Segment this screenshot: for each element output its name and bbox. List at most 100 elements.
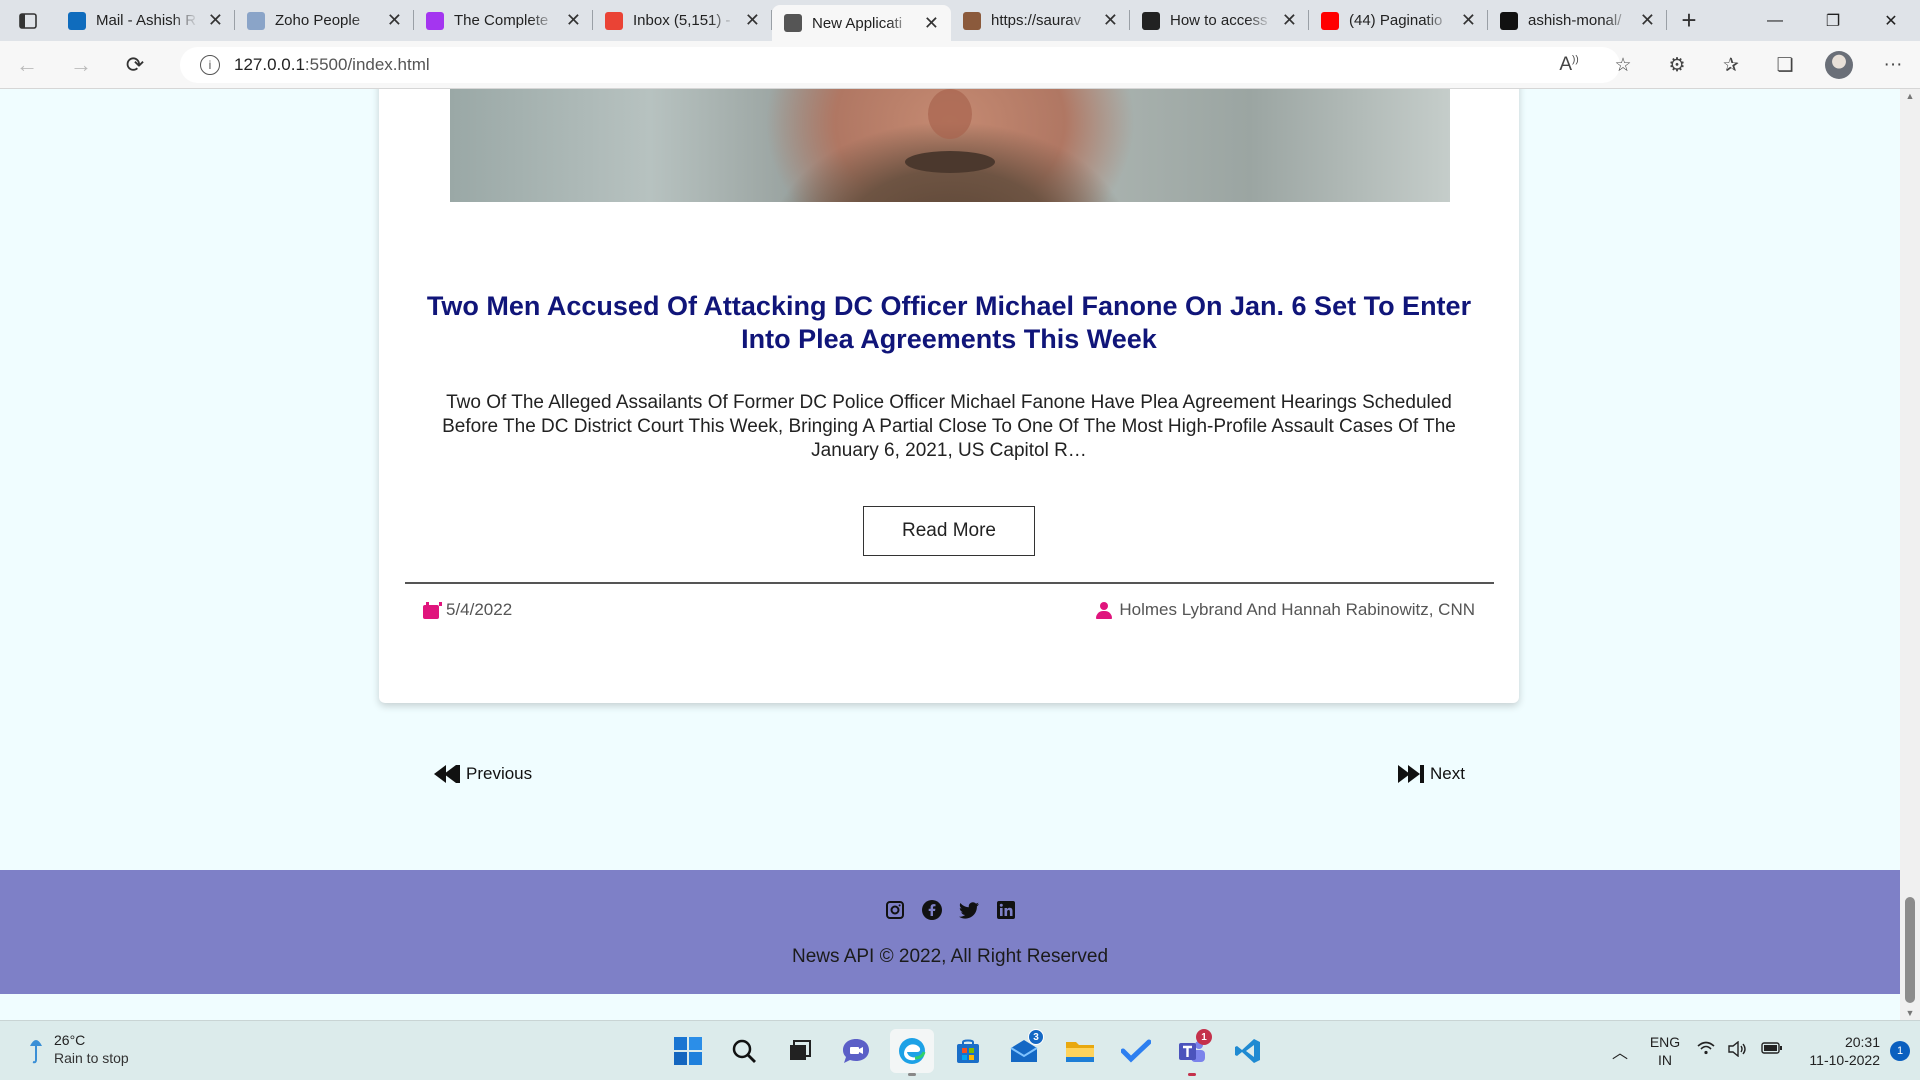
scrollbar-thumb[interactable]: [1905, 897, 1915, 1003]
browser-right-tools: A)) ☆ ⚙ ✰ ❏ ···: [1542, 41, 1920, 89]
news-author-text: Holmes Lybrand And Hannah Rabinowitz, CN…: [1119, 600, 1475, 619]
file-explorer-app[interactable]: [1058, 1029, 1102, 1073]
favorites-icon[interactable]: ✰: [1704, 54, 1758, 77]
outlook-icon: [68, 11, 86, 30]
close-tab-icon[interactable]: ✕: [1640, 10, 1655, 31]
restore-button[interactable]: ❐: [1804, 0, 1862, 41]
taskbar-apps: 3 1: [666, 1029, 1270, 1076]
page-scrollbar[interactable]: ▲ ▼: [1900, 89, 1920, 1020]
forward-button[interactable]: →: [54, 41, 108, 89]
copyright-text: News API © 2022, All Right Reserved: [791, 946, 1109, 967]
zoho-icon: [247, 11, 265, 30]
read-more-button[interactable]: Read More: [863, 506, 1035, 556]
browser-toolbar: ← → ⟳ i 127.0.0.1:5500/index.html A)) ☆ …: [0, 41, 1920, 89]
previous-page-button[interactable]: Previous: [434, 764, 532, 784]
collections-icon[interactable]: ❏: [1758, 54, 1812, 77]
eh-icon: [1142, 11, 1160, 30]
quick-settings[interactable]: [1690, 1040, 1790, 1061]
page-viewport: Two Men Accused Of Attacking DC Officer …: [0, 89, 1900, 1020]
weather-temperature: 26°C: [54, 1032, 86, 1048]
show-hidden-icons-button[interactable]: ︿: [1600, 1039, 1640, 1063]
backward-icon: [434, 765, 460, 783]
checkmark-icon: [1121, 1039, 1151, 1063]
close-tab-icon[interactable]: ✕: [566, 10, 581, 31]
instagram-icon[interactable]: [885, 900, 905, 920]
news-date-text: 5/4/2022: [446, 600, 513, 619]
profile-avatar[interactable]: [1812, 51, 1866, 79]
scroll-down-arrow[interactable]: ▼: [1900, 1008, 1920, 1018]
teams-app[interactable]: 1: [1170, 1029, 1214, 1076]
search-icon: [732, 1039, 756, 1063]
twitter-icon[interactable]: [958, 900, 979, 920]
read-aloud-icon[interactable]: A)): [1542, 54, 1596, 76]
notifications-button[interactable]: 1: [1880, 1041, 1920, 1061]
site-footer: News API © 2022, All Right Reserved: [0, 870, 1900, 994]
close-tab-icon[interactable]: ✕: [1461, 10, 1476, 31]
close-window-button[interactable]: ✕: [1862, 0, 1920, 41]
browser-tab[interactable]: Mail - Ashish R ✕: [56, 0, 235, 41]
mail-app[interactable]: 3: [1002, 1029, 1046, 1073]
clock[interactable]: 20:31 11-10-2022: [1790, 1033, 1880, 1069]
browser-tab[interactable]: New Applicati ✕: [772, 5, 951, 41]
edge-browser-app[interactable]: [890, 1029, 934, 1076]
close-tab-icon[interactable]: ✕: [745, 10, 760, 31]
vscode-icon: [1235, 1039, 1260, 1063]
refresh-button[interactable]: ⟳: [108, 41, 162, 89]
store-app[interactable]: [946, 1029, 990, 1073]
browser-tab[interactable]: How to access ✕: [1130, 0, 1309, 41]
folder-icon: [1066, 1042, 1094, 1062]
address-bar[interactable]: i 127.0.0.1:5500/index.html: [180, 47, 1620, 83]
news-card: Two Men Accused Of Attacking DC Officer …: [379, 89, 1519, 703]
store-icon: [957, 1039, 979, 1063]
tab-actions-menu-button[interactable]: [0, 0, 56, 41]
tab-title: New Applicati: [812, 14, 903, 32]
new-tab-button[interactable]: +: [1667, 0, 1711, 41]
tab-title: Inbox (5,151) -: [633, 12, 731, 29]
vscode-app[interactable]: [1226, 1029, 1270, 1073]
close-tab-icon[interactable]: ✕: [208, 10, 223, 31]
wifi-icon: [1697, 1041, 1715, 1061]
scroll-up-arrow[interactable]: ▲: [1900, 91, 1920, 101]
gmail-icon: [605, 11, 623, 30]
chat-app[interactable]: [834, 1029, 878, 1073]
back-button[interactable]: ←: [0, 41, 54, 89]
next-label: Next: [1430, 764, 1465, 783]
news-image-detail: [905, 151, 995, 173]
todo-app[interactable]: [1114, 1029, 1158, 1073]
news-date: 5/4/2022: [423, 600, 512, 620]
system-tray: ︿ ENG IN 20:31 11-10-2022 1: [1600, 1021, 1920, 1080]
browser-tab[interactable]: https://saurav ✕: [951, 0, 1130, 41]
battery-icon: [1761, 1041, 1783, 1061]
extensions-icon[interactable]: ⚙: [1650, 54, 1704, 77]
news-title: Two Men Accused Of Attacking DC Officer …: [426, 291, 1472, 354]
windows-icon: [674, 1037, 702, 1065]
browser-tab[interactable]: Zoho People ✕: [235, 0, 414, 41]
close-tab-icon[interactable]: ✕: [387, 10, 402, 31]
windows-taskbar: 26°C Rain to stop 3 1 ︿ ENG IN 20:31 11-…: [0, 1020, 1920, 1080]
calendar-icon: [423, 601, 442, 619]
more-options-icon[interactable]: ···: [1866, 54, 1920, 76]
add-favorite-icon[interactable]: ☆: [1596, 54, 1650, 77]
close-tab-icon[interactable]: ✕: [924, 13, 939, 34]
browser-tab[interactable]: (44) Paginatio ✕: [1309, 0, 1488, 41]
browser-tab[interactable]: Inbox (5,151) - ✕: [593, 0, 772, 41]
facebook-icon[interactable]: [921, 900, 942, 920]
youtube-icon: [1321, 11, 1339, 30]
next-page-button[interactable]: Next: [1398, 764, 1465, 784]
language-code: ENG: [1649, 1034, 1681, 1050]
browser-tab[interactable]: The Complete ✕: [414, 0, 593, 41]
url-path: :5500/index.html: [304, 55, 430, 74]
site-info-icon[interactable]: i: [200, 55, 220, 75]
linkedin-icon[interactable]: [996, 900, 1016, 920]
start-button[interactable]: [666, 1029, 710, 1073]
search-button[interactable]: [722, 1029, 766, 1073]
weather-widget[interactable]: 26°C Rain to stop: [28, 1031, 129, 1067]
close-tab-icon[interactable]: ✕: [1282, 10, 1297, 31]
language-indicator[interactable]: ENG IN: [1640, 1033, 1690, 1069]
user-icon: [1096, 601, 1113, 619]
minimize-button[interactable]: —: [1746, 0, 1804, 41]
task-view-button[interactable]: [778, 1029, 822, 1073]
tab-title: Zoho People: [275, 12, 361, 29]
close-tab-icon[interactable]: ✕: [1103, 10, 1118, 31]
browser-tab[interactable]: ashish-monal/ ✕: [1488, 0, 1667, 41]
